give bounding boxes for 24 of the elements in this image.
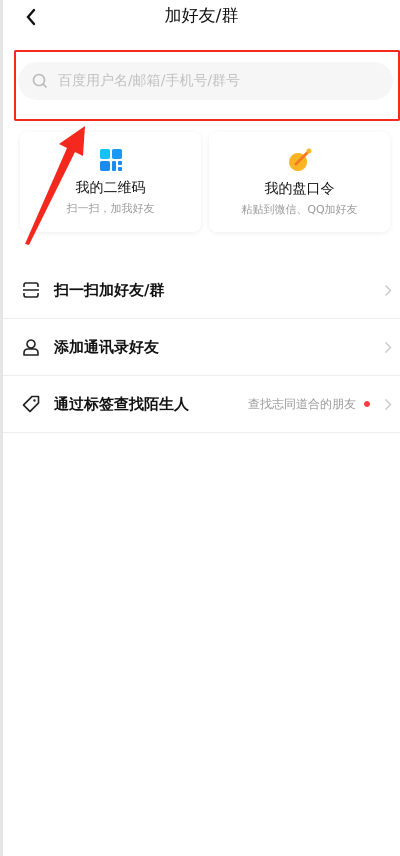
- page-title: 加好友/群: [164, 5, 238, 27]
- person-icon: [22, 338, 40, 356]
- list-item[interactable]: 添加通讯录好友: [3, 319, 400, 376]
- item-label: 通过标签查找陌生人: [54, 394, 190, 414]
- card-subtitle: 粘贴到微信、QQ加好友: [241, 202, 358, 216]
- chevron-icon: [384, 340, 392, 354]
- card-subtitle: 扫一扫，加我好友: [66, 200, 154, 216]
- item-label: 扫一扫加好友/群: [54, 280, 166, 300]
- scan-icon: [22, 281, 40, 299]
- item-hint: 查找志同道合的朋友: [248, 396, 356, 412]
- card-title: 我的二维码: [76, 178, 146, 196]
- tag-icon: [22, 395, 40, 413]
- card[interactable]: 我的盘口令 粘贴到微信、QQ加好友: [209, 132, 390, 232]
- item-label: 添加通讯录好友: [54, 338, 160, 356]
- card-title: 我的盘口令: [264, 180, 334, 198]
- chevron-icon: [384, 398, 392, 410]
- back-icon[interactable]: [25, 8, 37, 26]
- key-icon: [288, 148, 312, 172]
- list-item[interactable]: 通过标签查找陌生人 查找志同道合的朋友: [3, 376, 400, 433]
- list-item[interactable]: 扫一扫加好友/群: [3, 262, 400, 319]
- card[interactable]: 我的二维码 扫一扫，加我好友: [20, 132, 201, 232]
- chevron-icon: [384, 284, 392, 296]
- search-icon: [32, 73, 48, 89]
- qr-code-icon: [100, 148, 122, 170]
